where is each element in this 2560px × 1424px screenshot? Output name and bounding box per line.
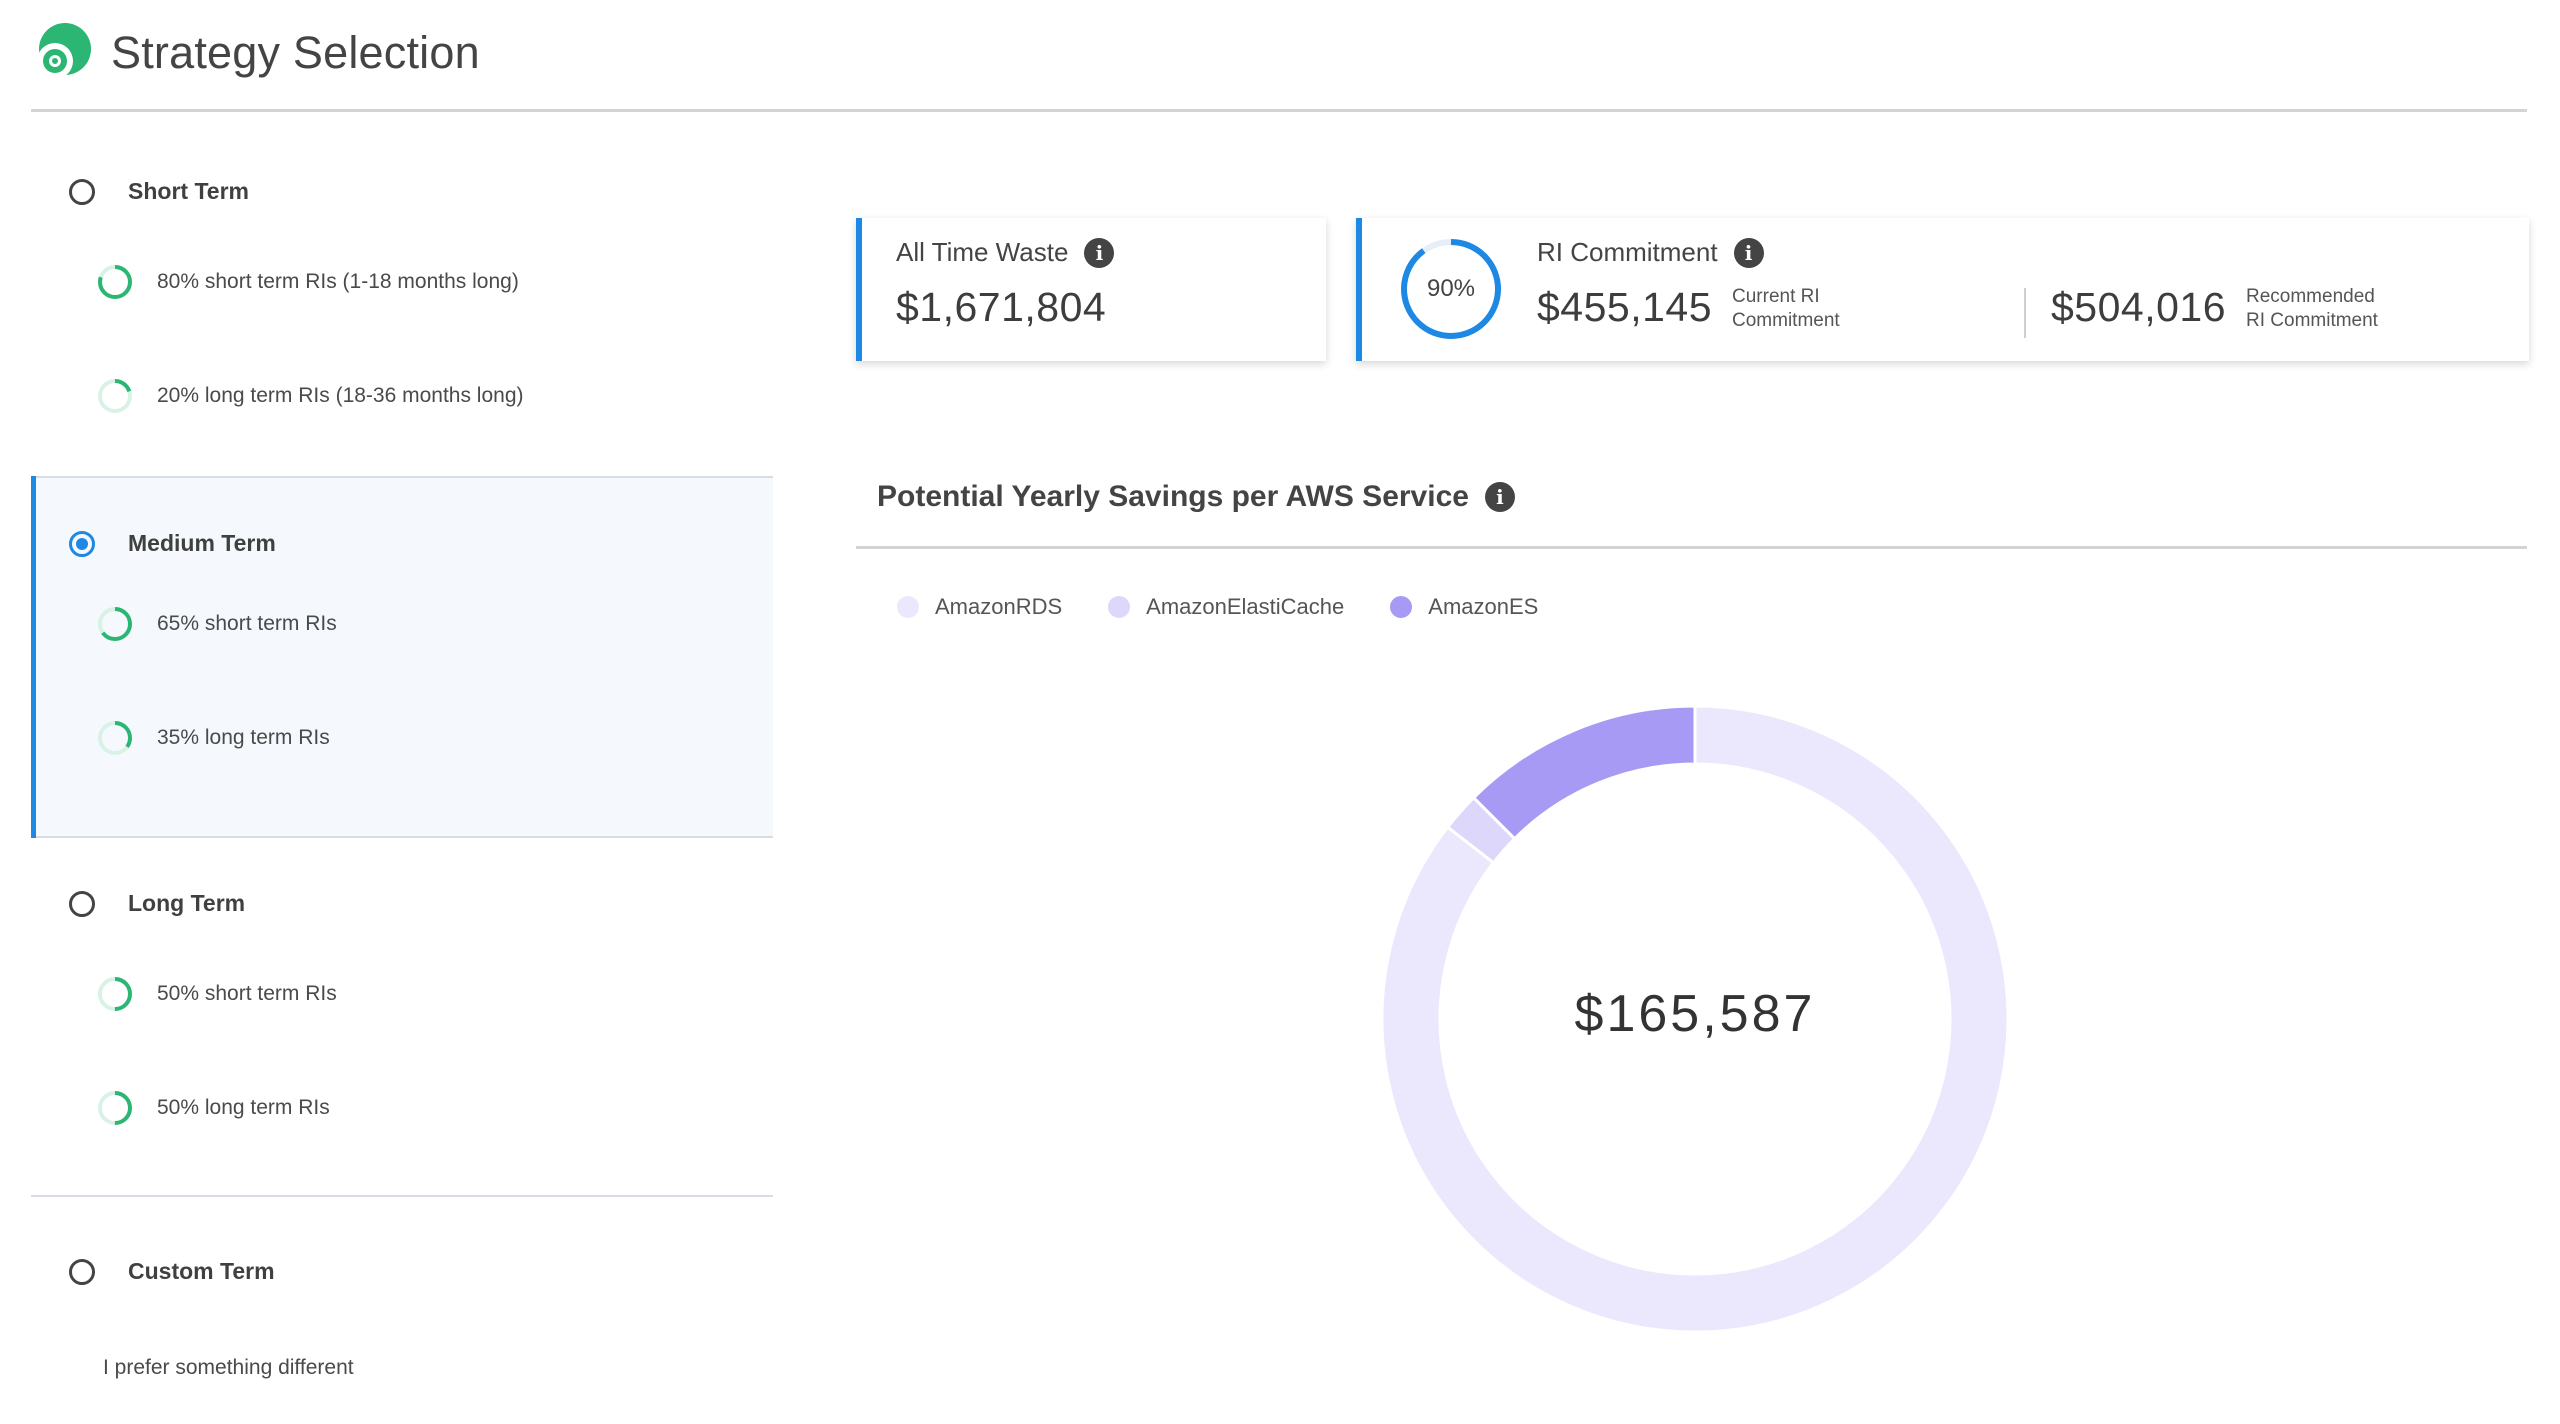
- waste-value: $1,671,804: [896, 284, 1107, 330]
- page-header: Strategy Selection: [31, 18, 480, 88]
- custom-term-description: I prefer something different: [103, 1356, 354, 1379]
- legend-swatch: [1390, 596, 1413, 618]
- recommended-ri-caption: Recommended RI Commitment: [2246, 285, 2378, 333]
- ri-commitment-card: 90% RI Commitment i $455,145 Current RI …: [1356, 218, 2529, 361]
- chart-legend: AmazonRDS AmazonElastiCache AmazonES: [897, 594, 1584, 620]
- progress-ring-icon: [98, 977, 132, 1011]
- header-divider: [31, 109, 2527, 112]
- progress-ring-icon: [98, 265, 132, 299]
- savings-chart-title: Potential Yearly Savings per AWS Service…: [877, 480, 1515, 514]
- donut-center-total: $165,587: [1574, 985, 1816, 1043]
- strategy-header[interactable]: Medium Term: [69, 530, 276, 557]
- donut-slice-amazones[interactable]: [1471, 704, 1697, 841]
- card-label: All Time Waste i: [896, 237, 1115, 268]
- allocation-label: 80% short term RIs (1-18 months long): [157, 270, 519, 293]
- allocation-label: 35% long term RIs: [157, 726, 330, 749]
- strategy-header[interactable]: Custom Term: [69, 1258, 275, 1285]
- legend-label: AmazonES: [1428, 594, 1539, 619]
- strategy-short-term[interactable]: Short Term 80% short term RIs (1-18 mont…: [31, 150, 773, 470]
- strategy-header[interactable]: Short Term: [69, 178, 249, 205]
- strategy-selection-page: Strategy Selection Short Term 80% short …: [0, 0, 2560, 1424]
- progress-ring-icon: [98, 1091, 132, 1125]
- info-icon[interactable]: i: [1484, 482, 1515, 512]
- list-item: 65% short term RIs: [95, 604, 337, 644]
- legend-item[interactable]: AmazonElastiCache: [1108, 594, 1344, 620]
- allocation-label: 65% short term RIs: [157, 612, 337, 635]
- medium-term-radio[interactable]: [69, 530, 95, 557]
- allocation-label: 20% long term RIs (18-36 months long): [157, 384, 524, 407]
- caption-line: Current RI: [1732, 286, 1820, 307]
- card-divider: [2024, 288, 2026, 338]
- list-item: 50% short term RIs: [95, 974, 337, 1014]
- all-time-waste-card: All Time Waste i $1,671,804: [856, 218, 1326, 361]
- caption-line: Commitment: [1732, 310, 1840, 331]
- ri-commitment-label: RI Commitment: [1537, 237, 1718, 267]
- allocation-label: 50% short term RIs: [157, 982, 337, 1005]
- info-icon[interactable]: i: [1733, 237, 1764, 268]
- page-title: Strategy Selection: [111, 27, 480, 78]
- current-ri-value: $455,145: [1537, 284, 1713, 330]
- legend-item[interactable]: AmazonES: [1390, 594, 1538, 620]
- card-label: RI Commitment i: [1537, 237, 1764, 268]
- strategy-title: Short Term: [128, 178, 249, 204]
- strategy-title: Long Term: [128, 890, 246, 916]
- progress-ring-icon: [98, 607, 132, 641]
- legend-label: AmazonElastiCache: [1146, 594, 1345, 619]
- info-icon[interactable]: i: [1084, 237, 1115, 268]
- legend-label: AmazonRDS: [935, 594, 1063, 619]
- list-divider: [31, 1195, 773, 1197]
- caption-line: Recommended: [2246, 286, 2375, 307]
- waste-label: All Time Waste: [896, 237, 1069, 267]
- long-term-radio[interactable]: [69, 890, 95, 917]
- strategy-header[interactable]: Long Term: [69, 890, 245, 917]
- savings-title-text: Potential Yearly Savings per AWS Service: [877, 480, 1469, 513]
- progress-ring-icon: [98, 721, 132, 755]
- strategy-long-term[interactable]: Long Term 50% short term RIs 50% long te…: [31, 862, 773, 1192]
- custom-term-radio[interactable]: [69, 1258, 95, 1285]
- target-logo-icon: [37, 23, 91, 79]
- legend-swatch: [1108, 596, 1131, 618]
- list-item: 80% short term RIs (1-18 months long): [95, 262, 519, 302]
- strategy-title: Medium Term: [128, 530, 276, 556]
- caption-line: RI Commitment: [2246, 310, 2378, 331]
- list-item: 50% long term RIs: [95, 1088, 330, 1128]
- strategy-title: Custom Term: [128, 1258, 275, 1284]
- allocation-label: 50% long term RIs: [157, 1096, 330, 1119]
- chart-divider: [856, 546, 2527, 549]
- list-item: 20% long term RIs (18-36 months long): [95, 376, 524, 416]
- ri-commitment-percent: 90%: [1426, 275, 1476, 302]
- strategy-medium-term[interactable]: Medium Term 65% short term RIs 35% long …: [31, 476, 773, 838]
- progress-ring-icon: [98, 379, 132, 413]
- recommended-ri-value: $504,016: [2051, 284, 2227, 330]
- legend-item[interactable]: AmazonRDS: [897, 594, 1062, 620]
- current-ri-caption: Current RI Commitment: [1732, 285, 1840, 333]
- legend-swatch: [897, 596, 919, 618]
- short-term-radio[interactable]: [69, 178, 95, 205]
- list-item: 35% long term RIs: [95, 718, 330, 758]
